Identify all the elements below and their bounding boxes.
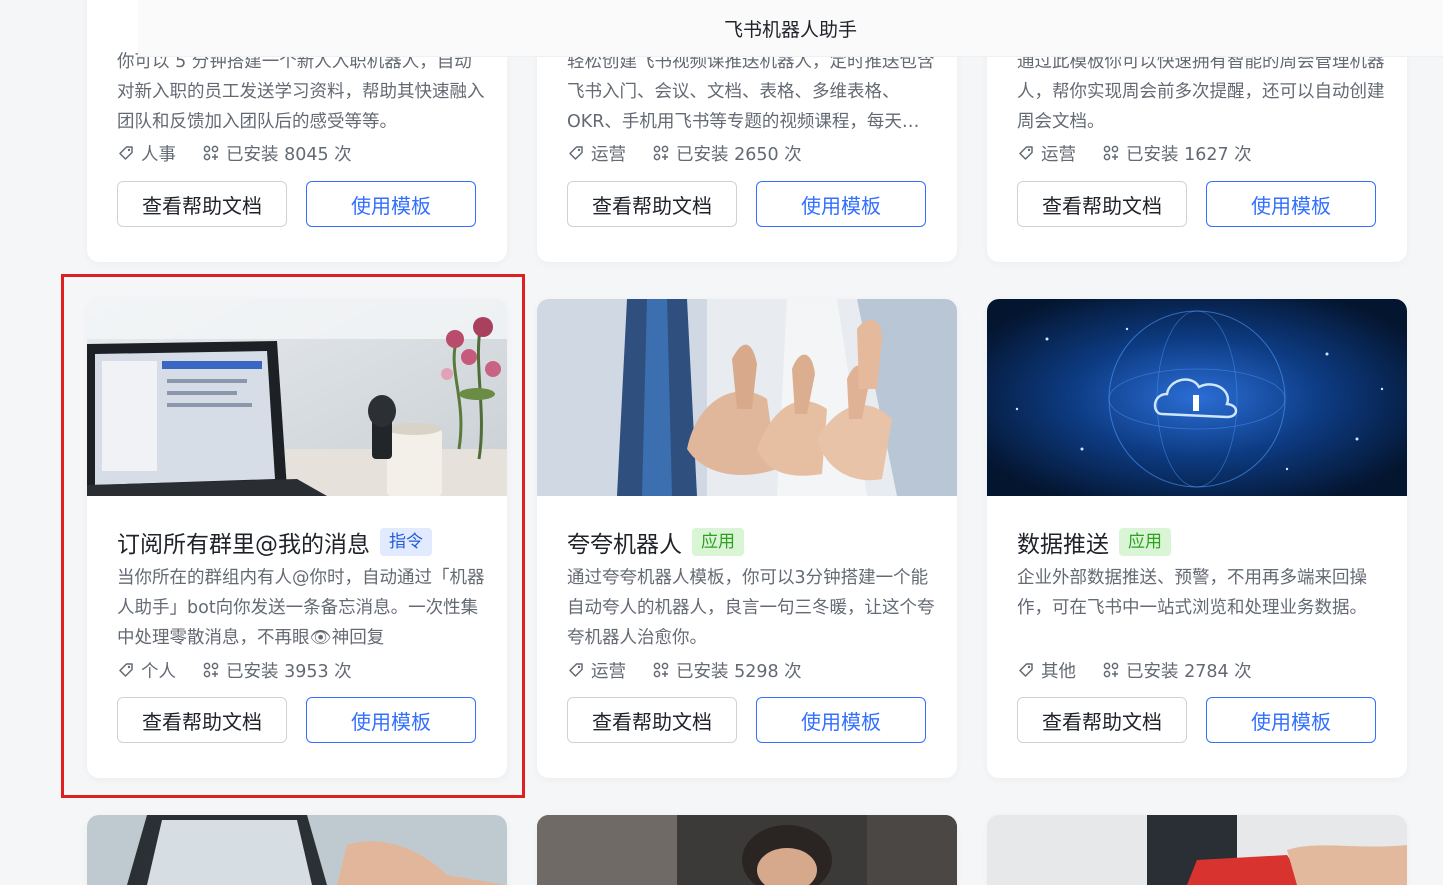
use-template-button[interactable]: 使用模板 (1206, 181, 1376, 227)
template-card-partial[interactable] (537, 815, 957, 885)
card-cover-image (537, 299, 957, 496)
view-help-doc-button[interactable]: 查看帮助文档 (1017, 181, 1187, 227)
card-meta: 运营 已安装 5298 次 (567, 657, 802, 683)
card-description: 通过此模板你可以快速拥有智能的周会管理机器人，帮你实现周会前多次提醒，还可以自动… (1017, 52, 1385, 132)
highlight-box (61, 274, 525, 798)
card-installs: 已安装 8045 次 (226, 144, 352, 165)
card-type-badge: 应用 (1119, 528, 1171, 556)
card-installs: 已安装 1627 次 (1126, 144, 1252, 165)
card-category: 人事 (141, 144, 176, 165)
card-title: 数据推送 (1017, 532, 1109, 558)
page-title: 飞书机器人助手 (723, 18, 857, 41)
tag-icon (1017, 144, 1035, 162)
card-cover-image (987, 299, 1407, 496)
card-installs: 已安装 2650 次 (676, 144, 802, 165)
installs-icon (652, 144, 670, 162)
card-meta: 人事 已安装 8045 次 (117, 140, 352, 166)
tag-icon (1017, 661, 1035, 679)
card-title-row: 数据推送 应用 (1017, 525, 1171, 559)
tag-icon (117, 144, 135, 162)
use-template-button[interactable]: 使用模板 (756, 697, 926, 743)
view-help-doc-button[interactable]: 查看帮助文档 (567, 697, 737, 743)
card-meta: 其他 已安装 2784 次 (1017, 657, 1252, 683)
template-card-praise-bot[interactable]: 夸夸机器人 应用 通过夸夸机器人模板，你可以3分钟搭建一个能自动夸人的机器人，良… (537, 299, 957, 778)
view-help-doc-button[interactable]: 查看帮助文档 (567, 181, 737, 227)
card-description: 轻松创建飞书视频课推送机器人，定时推送包含飞书入门、会议、文档、表格、多维表格、… (567, 52, 935, 132)
template-card-partial[interactable] (987, 815, 1407, 885)
view-help-doc-button[interactable]: 查看帮助文档 (1017, 697, 1187, 743)
use-template-button[interactable]: 使用模板 (756, 181, 926, 227)
card-type-badge: 应用 (692, 528, 744, 556)
card-meta: 运营 已安装 1627 次 (1017, 140, 1252, 166)
card-category: 运营 (591, 144, 626, 165)
card-description: 你可以 5 分钟搭建一个新人入职机器人，自动对新入职的员工发送学习资料，帮助其快… (117, 52, 485, 132)
card-category: 运营 (591, 661, 626, 682)
card-category: 其他 (1041, 661, 1076, 682)
card-title: 夸夸机器人 (567, 532, 682, 558)
card-meta: 运营 已安装 2650 次 (567, 140, 802, 166)
card-installs: 已安装 5298 次 (676, 661, 802, 682)
installs-icon (652, 661, 670, 679)
card-cover-image (987, 815, 1407, 885)
card-cover-image (537, 815, 957, 885)
card-installs: 已安装 2784 次 (1126, 661, 1252, 682)
use-template-button[interactable]: 使用模板 (1206, 697, 1376, 743)
template-card-data-push[interactable]: 数据推送 应用 企业外部数据推送、预警，不用再多端来回操作，可在飞书中一站式浏览… (987, 299, 1407, 778)
use-template-button[interactable]: 使用模板 (306, 181, 476, 227)
installs-icon (202, 144, 220, 162)
card-description: 通过夸夸机器人模板，你可以3分钟搭建一个能自动夸人的机器人，良言一句三冬暖，让这… (567, 568, 935, 648)
card-title-row: 夸夸机器人 应用 (567, 525, 744, 559)
card-description: 企业外部数据推送、预警，不用再多端来回操作，可在飞书中一站式浏览和处理业务数据。 (1017, 568, 1367, 618)
template-card-partial[interactable] (87, 815, 507, 885)
installs-icon (1102, 144, 1120, 162)
tag-icon (567, 144, 585, 162)
view-help-doc-button[interactable]: 查看帮助文档 (117, 181, 287, 227)
card-cover-image (87, 815, 507, 885)
page-header-overlay: 飞书机器人助手 (138, 0, 1443, 57)
card-category: 运营 (1041, 144, 1076, 165)
tag-icon (567, 661, 585, 679)
installs-icon (1102, 661, 1120, 679)
